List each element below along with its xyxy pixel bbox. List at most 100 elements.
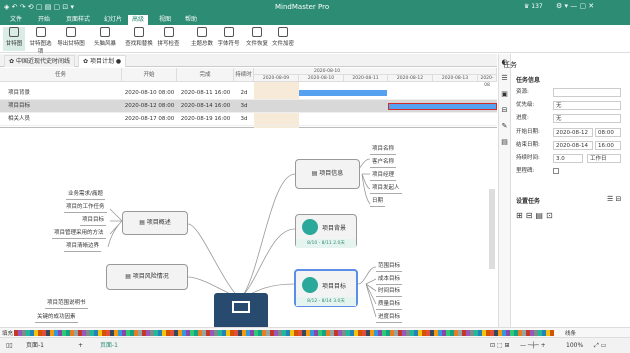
gantt-row[interactable]: 相关人员 2020-08-17 08:00 2020-08-19 16:00 3… [0, 113, 497, 126]
date-2: 2020-08-11 [344, 75, 388, 82]
mindmap-canvas[interactable]: ▤ 项目概述 业务需求/痛题 项目的工作任务 项目目标 项目管理采用的方法 项目… [0, 129, 497, 327]
subtopic[interactable]: 客户名称 [370, 158, 397, 168]
menu-view[interactable]: 视图 [155, 15, 175, 25]
find-replace-button[interactable]: 查找和替换 [125, 27, 153, 51]
gantt-options-button[interactable]: 甘特图选项 [27, 27, 54, 55]
topic-risk[interactable]: ▤ 项目风险情况 [106, 264, 188, 290]
window-controls[interactable]: ⚙ ▾ — ▢ ✕ [556, 2, 594, 10]
col-end: 完成 [177, 68, 234, 82]
menu-page-style[interactable]: 页面样式 [62, 15, 94, 25]
page-tab[interactable]: 页面-1 [100, 338, 118, 353]
subtopic[interactable]: 成本目标 [376, 275, 403, 285]
start-time-field[interactable]: 08:00 [595, 128, 621, 137]
menu-file[interactable]: 文件 [6, 15, 26, 25]
subtopic[interactable]: 项目清晰边界 [64, 242, 102, 252]
tab-project-plan[interactable]: ✿ 项目计划 ● [78, 55, 127, 67]
export-gantt-button[interactable]: 导出甘特图 [57, 27, 85, 51]
subtopic[interactable]: 项目发起人 [370, 184, 402, 194]
gantt-row[interactable]: 项目背景 2020-08-10 08:00 2020-08-11 16:00 2… [0, 87, 497, 100]
progress-select[interactable]: 无 [553, 114, 621, 123]
duration-unit-select[interactable]: 工作日 [587, 154, 621, 163]
task-end: 2020-08-11 16:00 [180, 90, 231, 96]
topic-info-label: 项目信息 [319, 170, 344, 177]
subtopic[interactable]: 业务需求/痛题 [66, 190, 105, 200]
priority-select[interactable]: 无 [553, 101, 621, 110]
topic-goal-label: 项目目标 [322, 283, 347, 290]
end-time-field[interactable]: 16:00 [595, 141, 621, 150]
subtopic[interactable]: 项目目标 [80, 216, 107, 226]
headphone-icon [223, 27, 234, 37]
vip-badge[interactable]: ♛ 137 [524, 3, 543, 10]
color-palette[interactable]: 填充 线条 [0, 327, 630, 337]
end-date-field[interactable]: 2020-08-14 [553, 141, 593, 150]
brainstorm-button[interactable]: 头脑风暴 [93, 27, 117, 51]
page-selector[interactable]: 页面-1 [26, 338, 44, 353]
subtopic[interactable]: 项目管理采用的方法 [52, 229, 106, 239]
start-date-field[interactable]: 2020-08-12 [553, 128, 593, 137]
gantt-button[interactable]: 甘特图 [3, 27, 25, 51]
task-duration: 3d [240, 103, 248, 109]
status-bar: ▯▯ 页面-1 + 页面-1 ⊡ ⬚ ⊞ — ─┼─ + 100% ⤢ ▭ [0, 337, 630, 353]
subtopic[interactable]: 项目经理 [370, 171, 397, 181]
task-panel: ◐ ☰ ▣ ⊟ ✎ ▤ 任务 任务信息 资源: 优先级: 无 进度: 无 开始日期: 20… [498, 54, 630, 327]
close-icon[interactable]: ● [116, 58, 121, 65]
globe-icon [302, 219, 318, 235]
font-symbol-label: 字体符号 [217, 41, 240, 47]
zoom-slider[interactable]: — ─┼─ + [520, 338, 546, 353]
subtopic[interactable]: 时间目标 [376, 287, 403, 297]
brainstorm-icon [100, 27, 110, 37]
task-settings-title: 设置任务 [516, 198, 541, 205]
date-3: 2020-08-12 [388, 75, 433, 82]
topic-background[interactable]: 项目背景 8/10 - 8/11 2.0天 [295, 214, 357, 248]
menu-help[interactable]: 帮助 [181, 15, 201, 25]
topic-overview[interactable]: ▤ 项目概述 [122, 211, 188, 235]
spell-check-icon [163, 27, 174, 37]
task-tool-icons[interactable]: ⊞⊟▤⊡ [516, 211, 556, 220]
task-name: 项目背景 [8, 90, 31, 96]
menu-advanced[interactable]: 高级 [128, 15, 149, 25]
subtopic[interactable]: 项目范围说明书 [45, 299, 88, 309]
subtopic[interactable]: 关键的成功因素 [35, 313, 78, 323]
file-encrypt-button[interactable]: 文件加密 [271, 27, 295, 51]
menu-slides[interactable]: 幻灯片 [100, 15, 126, 25]
tab-history-timeline[interactable]: ✿ 中国近现代史时间线 [4, 55, 75, 67]
topic-count-icon [197, 27, 207, 37]
font-symbol-button[interactable]: 字体符号 [216, 27, 241, 51]
gantt-options-icon [35, 27, 46, 37]
gantt-row[interactable]: 项目目标 2020-08-12 08:00 2020-08-14 16:00 3… [0, 100, 497, 113]
fit-icons[interactable]: ⤢ ▭ [594, 338, 606, 353]
spell-check-button[interactable]: 拼写检查 [156, 27, 181, 51]
task-name: 相关人员 [8, 116, 31, 122]
ribbon-toolbar: 甘特图 甘特图选项 导出甘特图 头脑风暴 查找和替换 拼写检查 主题总数 字体符… [0, 25, 630, 55]
sort-icon[interactable]: ☰ ⊟ [607, 195, 621, 203]
gantt-bar[interactable] [299, 90, 387, 96]
duration-field[interactable]: 3.0 [553, 154, 583, 163]
topic-info[interactable]: ▤ 项目信息 [295, 159, 360, 189]
menu-home[interactable]: 开始 [34, 15, 54, 25]
export-gantt-label: 导出甘特图 [57, 41, 85, 47]
panel-side-icons[interactable]: ◐ ☰ ▣ ⊟ ✎ ▤ [499, 54, 511, 327]
milestone-checkbox[interactable] [553, 168, 559, 174]
vertical-scrollbar[interactable] [489, 189, 495, 269]
view-icons[interactable]: ⊡ ⬚ ⊞ [490, 338, 510, 353]
label-milestone: 里程碑: [516, 168, 535, 174]
subtopic[interactable]: 质量目标 [376, 300, 403, 310]
file-recovery-button[interactable]: 文件恢复 [245, 27, 269, 51]
panel-section-title: 任务信息 [516, 77, 541, 84]
resource-select[interactable] [553, 88, 621, 97]
subtopic[interactable]: 进度目标 [376, 313, 403, 323]
topic-goal[interactable]: 项目目标 8/12 - 8/14 3.0天 [294, 269, 358, 307]
subtopic[interactable]: 项目的工作任务 [64, 203, 107, 213]
gantt-bar-selected[interactable] [388, 103, 497, 110]
add-page-icon[interactable]: + [78, 338, 83, 353]
central-topic[interactable] [214, 293, 268, 327]
color-swatch[interactable] [550, 330, 554, 336]
col-duration: 持续时 [234, 68, 254, 82]
page-layout-icon[interactable]: ▯▯ [6, 338, 13, 353]
subtopic[interactable]: 日期 [370, 197, 386, 207]
subtopic[interactable]: 项目名称 [370, 145, 397, 155]
zoom-level[interactable]: 100% [566, 338, 583, 353]
date-1: 2020-08-10 [299, 75, 344, 82]
subtopic[interactable]: 范围目标 [376, 262, 403, 272]
topic-count-button[interactable]: 主题总数 [190, 27, 214, 51]
